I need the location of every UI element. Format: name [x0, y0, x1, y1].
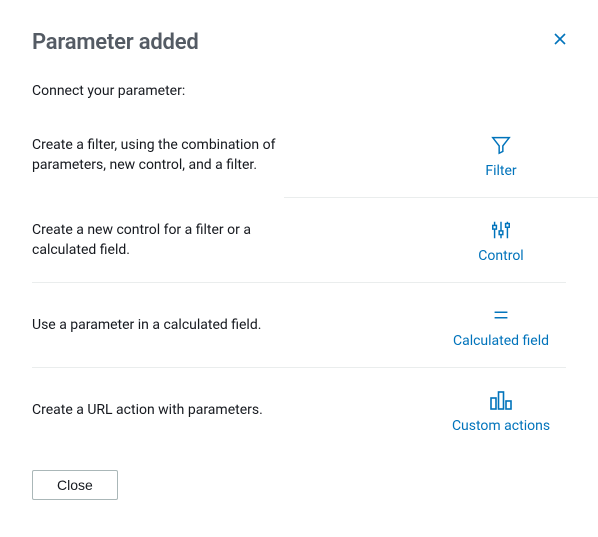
- options-list: Create a filter, using the combination o…: [32, 113, 566, 452]
- dialog-footer: Close: [32, 470, 566, 500]
- dialog-title: Parameter added: [32, 30, 199, 55]
- sliders-icon: [487, 216, 515, 244]
- equals-icon: [487, 301, 515, 329]
- option-label: Control: [478, 248, 523, 264]
- option-desc: Create a new control for a filter or a c…: [32, 220, 314, 261]
- option-label: Filter: [485, 163, 516, 179]
- funnel-icon: [487, 131, 515, 159]
- bar-chart-icon: [487, 386, 515, 414]
- option-desc: Use a parameter in a calculated field.: [32, 315, 261, 335]
- option-label: Custom actions: [452, 418, 550, 434]
- option-row-custom-actions: Create a URL action with parameters. Cus…: [32, 368, 566, 452]
- close-button[interactable]: Close: [32, 470, 118, 500]
- option-label: Calculated field: [453, 333, 549, 349]
- subtitle: Connect your parameter:: [32, 83, 566, 99]
- dialog-header: Parameter added: [32, 30, 566, 55]
- filter-action[interactable]: Filter: [436, 131, 566, 179]
- parameter-added-dialog: Parameter added Connect your parameter: …: [0, 0, 598, 520]
- option-row-control: Create a new control for a filter or a c…: [32, 198, 566, 282]
- custom-actions-action[interactable]: Custom actions: [436, 386, 566, 434]
- option-row-filter: Create a filter, using the combination o…: [32, 113, 566, 197]
- option-desc: Create a URL action with parameters.: [32, 400, 263, 420]
- control-action[interactable]: Control: [436, 216, 566, 264]
- option-desc: Create a filter, using the combination o…: [32, 135, 314, 176]
- option-row-calculated-field: Use a parameter in a calculated field. C…: [32, 283, 566, 367]
- close-icon[interactable]: [550, 30, 570, 50]
- calculated-field-action[interactable]: Calculated field: [436, 301, 566, 349]
